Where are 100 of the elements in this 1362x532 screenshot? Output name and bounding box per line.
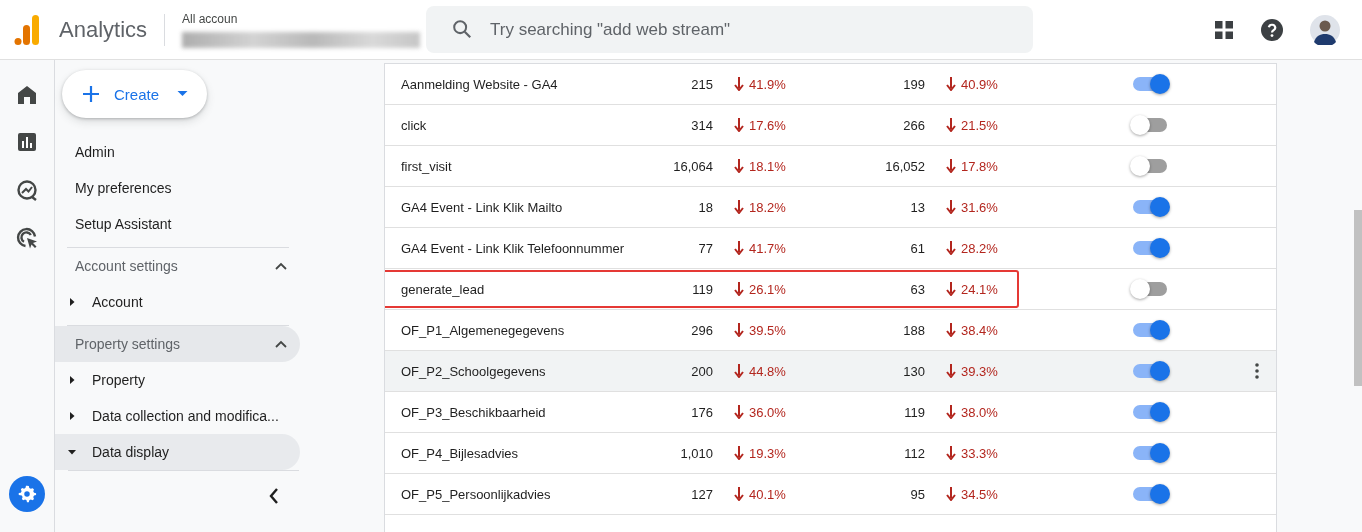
chevron-up-icon (275, 262, 287, 270)
percent-change: 34.5% (961, 486, 998, 502)
toggle-switch[interactable] (1132, 155, 1168, 177)
count-value: 119 (691, 281, 713, 297)
percent-change: 17.6% (749, 117, 786, 133)
nav-item[interactable]: My preferences (55, 170, 290, 206)
count-value: 215 (690, 76, 713, 92)
event-name: first_visit (401, 158, 453, 174)
tree-item[interactable]: Property (55, 362, 300, 398)
count-value: 188 (902, 322, 925, 338)
percent-change: 40.9% (961, 76, 998, 92)
toggle-switch[interactable] (1132, 237, 1168, 259)
toggle-switch[interactable] (1132, 442, 1168, 464)
settings-icon (16, 483, 38, 505)
percent-change: 24.1% (961, 281, 998, 297)
toggle-switch[interactable] (1132, 360, 1168, 382)
count-value: 18 (697, 199, 713, 215)
toggle-switch[interactable] (1132, 196, 1168, 218)
count-value: 127 (690, 486, 713, 502)
chevron-left-icon[interactable] (269, 488, 279, 504)
count-value: 266 (902, 117, 925, 133)
section-label: Property settings (75, 336, 181, 352)
toggle-switch[interactable] (1132, 401, 1168, 423)
percent-change: 41.7% (749, 240, 786, 256)
triangle-right-icon (68, 376, 76, 384)
nav-item[interactable]: Admin (55, 134, 290, 170)
percent-change: 36.0% (749, 404, 786, 420)
count-value: 1,010 (679, 445, 713, 461)
triangle-right-icon (68, 412, 76, 420)
event-name: Aanmelding Website - GA4 (401, 76, 559, 92)
toggle-switch[interactable] (1132, 278, 1168, 300)
percent-change: 18.2% (749, 199, 786, 215)
toggle-switch[interactable] (1132, 319, 1168, 341)
percent-change: 21.5% (961, 117, 998, 133)
percent-change: 40.1% (749, 486, 786, 502)
analytics-logo-icon (14, 14, 40, 45)
percent-change: 19.3% (749, 445, 786, 461)
percent-change: 44.8% (749, 363, 786, 379)
nav-item[interactable]: Setup Assistant (55, 206, 290, 242)
count-value: 13 (909, 199, 925, 215)
create-button[interactable]: Create (62, 70, 207, 118)
count-value: 176 (690, 404, 713, 420)
more-vert-icon[interactable] (1254, 363, 1259, 379)
bar-chart-icon[interactable] (16, 131, 38, 153)
percent-change: 31.6% (961, 199, 998, 215)
triangle-down-icon (68, 448, 76, 456)
trend-circle-icon[interactable] (16, 179, 38, 201)
event-name: OF_P5_Persoonlijkadvies (401, 486, 552, 502)
home-icon[interactable] (16, 83, 38, 105)
search-field[interactable]: Try searching "add web stream" (426, 6, 1033, 53)
event-name: click (401, 117, 428, 133)
event-name: OF_P3_Beschikbaarheid (401, 404, 547, 420)
chevron-up-icon (275, 340, 287, 348)
settings-button[interactable] (9, 476, 45, 512)
tree-item[interactable]: Data collection and modifica... (55, 398, 300, 434)
tree-item[interactable]: Data display (55, 434, 300, 470)
percent-change: 41.9% (749, 76, 786, 92)
scrollbar[interactable] (1354, 210, 1362, 386)
count-value: 112 (903, 445, 925, 461)
count-value: 314 (690, 117, 713, 133)
count-value: 130 (902, 363, 925, 379)
count-value: 296 (690, 322, 713, 338)
count-value: 200 (690, 363, 713, 379)
section-header[interactable]: Property settings (55, 326, 300, 362)
section-label: Account settings (75, 258, 178, 274)
count-value: 63 (909, 281, 925, 297)
tree-item[interactable]: Account (55, 284, 300, 320)
app-name: Analytics (59, 16, 148, 43)
count-value: 77 (697, 240, 713, 256)
percent-change: 33.3% (961, 445, 998, 461)
percent-change: 28.2% (961, 240, 998, 256)
cursor-target-icon[interactable] (16, 227, 38, 249)
search-icon (451, 18, 473, 40)
triangle-right-icon (68, 298, 76, 306)
count-value: 199 (902, 76, 925, 92)
percent-change: 39.3% (961, 363, 998, 379)
toggle-switch[interactable] (1132, 483, 1168, 505)
percent-change: 18.1% (749, 158, 786, 174)
toggle-switch[interactable] (1132, 114, 1168, 136)
count-value: 61 (909, 240, 925, 256)
section-header[interactable]: Account settings (55, 248, 300, 284)
help-icon[interactable] (1260, 17, 1284, 42)
event-name: GA4 Event - Link Klik Telefoonnummer (401, 240, 626, 256)
percent-change: 26.1% (749, 281, 786, 297)
event-name: GA4 Event - Link Klik Mailto (401, 199, 564, 215)
count-value: 16,064 (672, 158, 713, 174)
plus-icon (82, 85, 100, 103)
count-value: 16,052 (884, 158, 925, 174)
apps-icon[interactable] (1214, 19, 1234, 40)
avatar-icon[interactable] (1310, 14, 1340, 45)
event-name: OF_P4_Bijlesadvies (401, 445, 520, 461)
percent-change: 38.0% (961, 404, 998, 420)
event-name: generate_lead (401, 281, 486, 297)
event-name: OF_P2_Schoolgegevens (401, 363, 547, 379)
toggle-switch[interactable] (1132, 73, 1168, 95)
percent-change: 38.4% (961, 322, 998, 338)
caret-icon (177, 91, 189, 97)
percent-change: 17.8% (961, 158, 998, 174)
percent-change: 39.5% (749, 322, 786, 338)
breadcrumb[interactable]: All accoun (182, 11, 238, 26)
